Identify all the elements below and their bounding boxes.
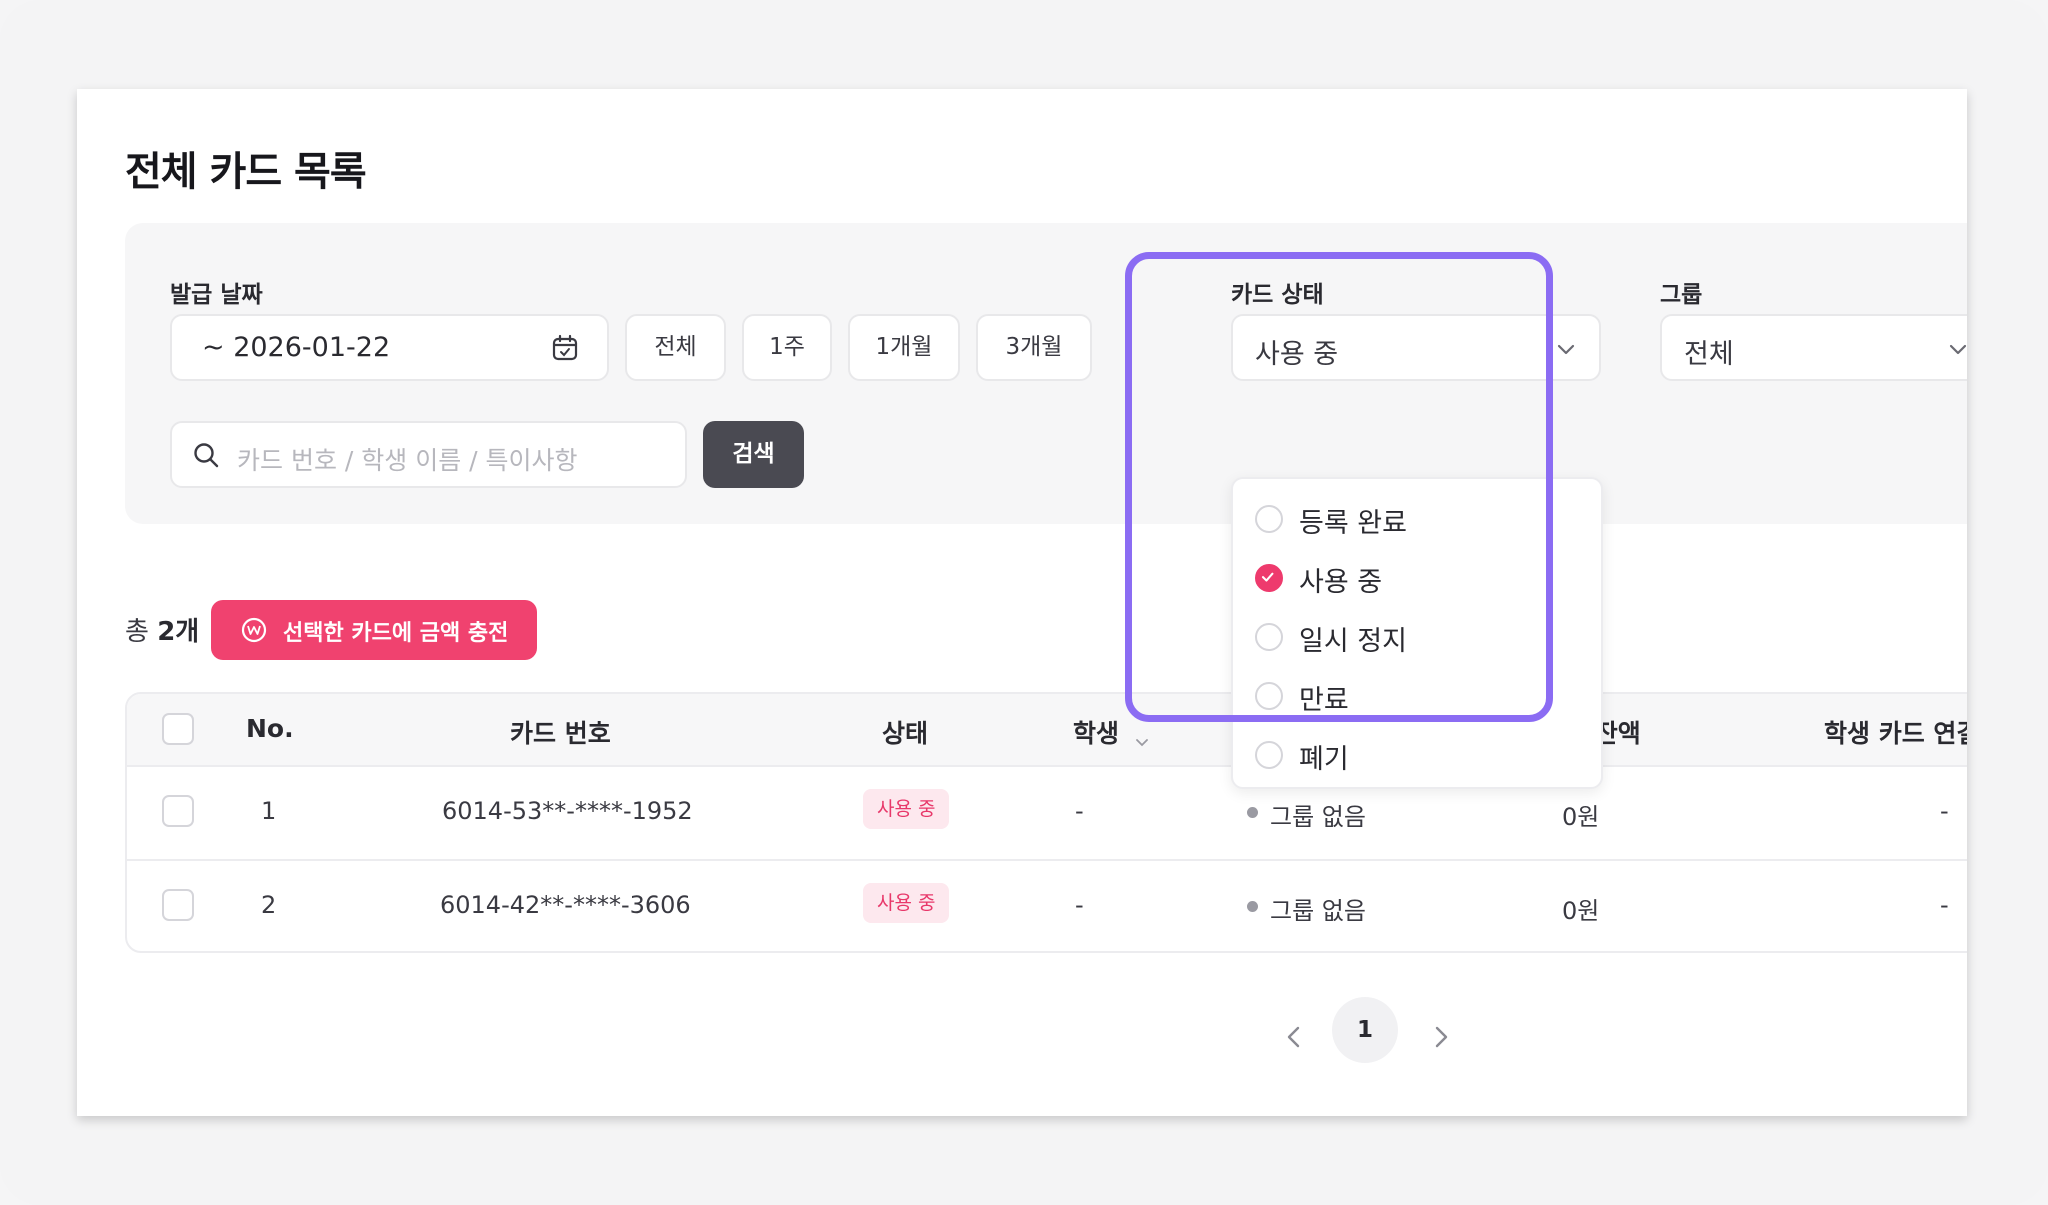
table-header: No. 카드 번호 상태 학생 그룹 카드 잔액 학생 카드 연결 xyxy=(127,694,1967,767)
table-row[interactable]: 1 6014-53**-****-1952 사용 중 - 그룹 없음 0원 - xyxy=(127,767,1967,859)
pagination-next-icon[interactable] xyxy=(1426,1022,1456,1052)
group-selected: 전체 xyxy=(1684,339,1734,370)
row-student: - xyxy=(1075,797,1084,825)
total-count: 총 2개 xyxy=(125,611,199,648)
option-label: 등록 완료 xyxy=(1299,508,1407,539)
chevron-down-icon xyxy=(1949,344,1967,355)
option-checkbox-checked[interactable] xyxy=(1255,564,1283,592)
group-dot xyxy=(1247,901,1258,912)
row-no: 1 xyxy=(261,797,277,825)
sort-chevron-icon[interactable] xyxy=(1134,734,1150,750)
issue-date-value: ~ 2026-01-22 xyxy=(202,332,391,363)
search-icon xyxy=(194,443,219,468)
status-option-discarded[interactable]: 폐기 xyxy=(1255,735,1585,775)
row-card-link: - xyxy=(1940,891,1949,919)
search-placeholder: 카드 번호 / 학생 이름 / 특이사항 xyxy=(237,446,578,475)
card-table: No. 카드 번호 상태 학생 그룹 카드 잔액 학생 카드 연결 1 6014… xyxy=(125,692,1967,953)
column-status: 상태 xyxy=(882,719,929,748)
group-label: 그룹 xyxy=(1660,282,1703,308)
won-coin-icon xyxy=(241,617,267,643)
column-student-label: 학생 xyxy=(1073,719,1120,748)
option-checkbox[interactable] xyxy=(1255,623,1283,651)
status-badge: 사용 중 xyxy=(863,883,950,923)
period-all-button[interactable]: 전체 xyxy=(625,314,726,381)
row-card-link: - xyxy=(1940,797,1949,825)
pagination-page-current[interactable]: 1 xyxy=(1332,997,1398,1063)
issue-date-input[interactable]: ~ 2026-01-22 xyxy=(170,314,609,381)
column-student[interactable]: 학생 xyxy=(1073,714,1150,750)
main-card: 전체 카드 목록 발급 날짜 ~ 2026-01-22 전체 1주 1개월 3개… xyxy=(77,89,1967,1116)
status-option-in-use[interactable]: 사용 중 xyxy=(1255,558,1585,598)
select-all-checkbox[interactable] xyxy=(162,713,194,745)
status-option-registered[interactable]: 등록 완료 xyxy=(1255,499,1585,539)
card-status-label: 카드 상태 xyxy=(1231,282,1324,308)
status-badge: 사용 중 xyxy=(863,789,950,829)
table-row[interactable]: 2 6014-42**-****-3606 사용 중 - 그룹 없음 0원 - xyxy=(127,859,1967,951)
issue-date-label: 발급 날짜 xyxy=(170,282,263,308)
option-checkbox[interactable] xyxy=(1255,505,1283,533)
option-checkbox[interactable] xyxy=(1255,682,1283,710)
search-input[interactable]: 카드 번호 / 학생 이름 / 특이사항 xyxy=(170,421,687,488)
period-1week-button[interactable]: 1주 xyxy=(742,314,832,381)
charge-button-label: 선택한 카드에 금액 충전 xyxy=(283,621,509,646)
row-card-number: 6014-42**-****-3606 xyxy=(440,891,691,919)
row-group: 그룹 없음 xyxy=(1270,803,1366,831)
checkmark-icon xyxy=(1261,572,1274,582)
column-no: No. xyxy=(246,714,294,743)
total-prefix: 총 xyxy=(125,617,149,647)
row-group: 그룹 없음 xyxy=(1270,897,1366,925)
period-3month-button[interactable]: 3개월 xyxy=(976,314,1092,381)
calendar-icon[interactable] xyxy=(551,334,579,362)
search-button[interactable]: 검색 xyxy=(703,421,804,488)
column-card-number: 카드 번호 xyxy=(510,719,611,748)
row-balance: 0원 xyxy=(1562,897,1600,925)
period-1month-button[interactable]: 1개월 xyxy=(848,314,960,381)
pagination-prev-icon[interactable] xyxy=(1279,1022,1309,1052)
charge-selected-cards-button[interactable]: 선택한 카드에 금액 충전 xyxy=(211,600,537,660)
row-balance: 0원 xyxy=(1562,803,1600,831)
total-value: 2개 xyxy=(157,617,200,647)
row-checkbox[interactable] xyxy=(162,889,194,921)
row-no: 2 xyxy=(261,891,277,919)
column-student-card-link: 학생 카드 연결 xyxy=(1824,719,1967,748)
card-status-select[interactable]: 사용 중 xyxy=(1231,314,1601,381)
option-label: 폐기 xyxy=(1299,744,1349,775)
row-student: - xyxy=(1075,891,1084,919)
option-checkbox[interactable] xyxy=(1255,741,1283,769)
filter-panel: 발급 날짜 ~ 2026-01-22 전체 1주 1개월 3개월 카드 번호 /… xyxy=(125,223,1967,524)
group-dot xyxy=(1247,807,1258,818)
row-card-number: 6014-53**-****-1952 xyxy=(442,797,693,825)
chevron-down-icon xyxy=(1557,344,1575,355)
status-option-expired[interactable]: 만료 xyxy=(1255,676,1585,716)
option-label: 만료 xyxy=(1299,685,1349,716)
card-status-selected: 사용 중 xyxy=(1255,339,1339,370)
option-label: 사용 중 xyxy=(1299,567,1383,598)
status-option-paused[interactable]: 일시 정지 xyxy=(1255,617,1585,657)
row-checkbox[interactable] xyxy=(162,795,194,827)
group-select[interactable]: 전체 xyxy=(1660,314,1967,381)
option-label: 일시 정지 xyxy=(1299,626,1407,657)
page-title: 전체 카드 목록 xyxy=(125,149,367,195)
card-status-dropdown: 등록 완료 사용 중 일시 정지 만료 폐기 xyxy=(1231,477,1603,789)
